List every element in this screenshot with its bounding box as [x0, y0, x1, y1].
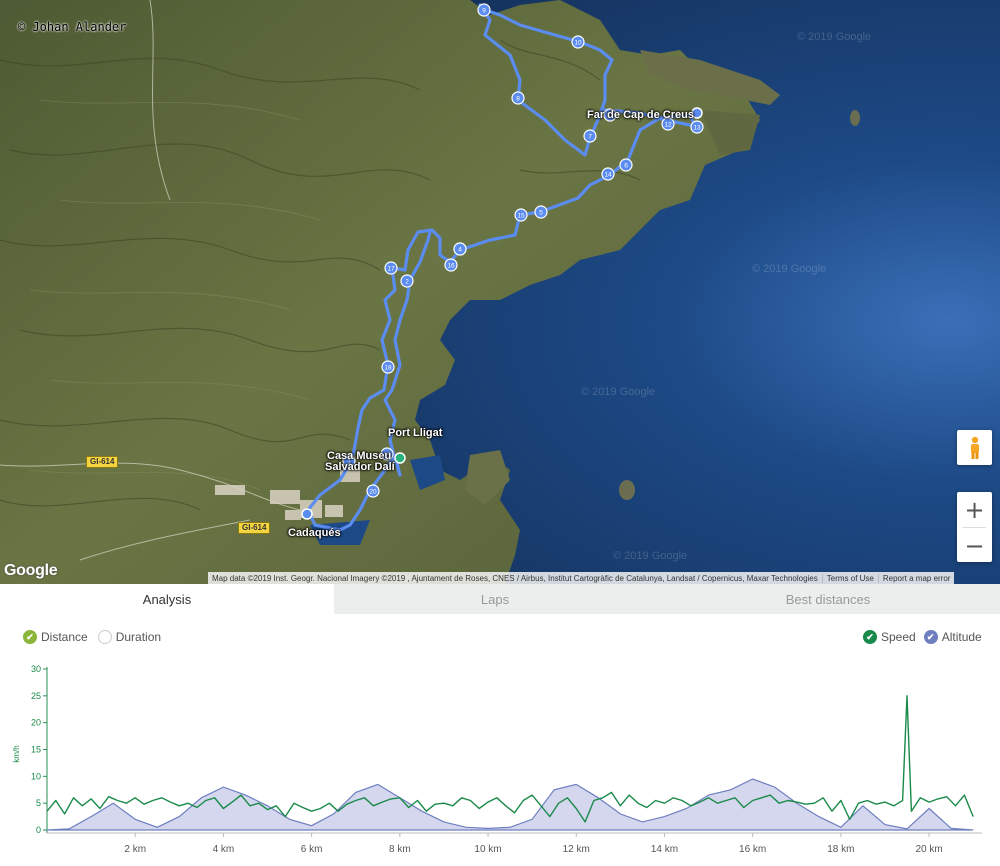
- lap-marker[interactable]: 8: [511, 91, 525, 105]
- lap-marker[interactable]: 13: [690, 120, 704, 134]
- zoom-controls: + −: [957, 492, 992, 562]
- speed-line: [46, 695, 974, 823]
- y-tick-label: 10: [31, 771, 41, 781]
- x-tick-label: 4 km: [213, 844, 235, 855]
- lap-marker[interactable]: 17: [384, 261, 398, 275]
- terms-link[interactable]: Terms of Use: [821, 573, 878, 583]
- map-watermark: © 2019 Google: [797, 31, 872, 43]
- lap-marker[interactable]: 16: [444, 258, 458, 272]
- x-tick-label: 2 km: [124, 844, 146, 855]
- y-tick-label: 0: [36, 825, 41, 835]
- lap-marker-label: 9: [482, 8, 486, 15]
- lap-marker-label: 10: [574, 40, 582, 47]
- lap-marker-label: 4: [458, 247, 462, 254]
- x-tick-label: 18 km: [827, 844, 854, 855]
- y-tick-label: 30: [31, 664, 41, 674]
- photo-copyright: © Johan Alander: [18, 20, 127, 34]
- route-pin[interactable]: [394, 452, 406, 464]
- x-tick-label: 16 km: [739, 844, 766, 855]
- lap-marker-label: 15: [517, 213, 525, 220]
- road-shield: GI-614: [86, 456, 119, 468]
- route-pin[interactable]: [301, 508, 313, 520]
- lap-marker[interactable]: 4: [453, 242, 467, 256]
- lap-marker[interactable]: 6: [619, 158, 633, 172]
- lap-marker-label: 17: [387, 266, 395, 273]
- lap-marker-label: 6: [624, 163, 628, 170]
- google-logo: Google: [4, 562, 58, 579]
- lap-marker-label: 7: [588, 134, 592, 141]
- report-error-link[interactable]: Report a map error: [877, 573, 955, 583]
- road-shield: GI-614: [238, 522, 271, 534]
- lap-marker[interactable]: 5: [534, 205, 548, 219]
- lap-marker-label: 18: [384, 365, 392, 372]
- lap-marker-label: 16: [447, 263, 455, 270]
- map-watermark: © 2019 Google: [752, 263, 827, 275]
- lap-marker[interactable]: 20: [366, 484, 380, 498]
- place-label-salvador-dali: Salvador Dalí: [325, 461, 395, 473]
- y-tick-label: 5: [36, 798, 41, 808]
- lap-marker[interactable]: 18: [381, 360, 395, 374]
- pegman-icon: [970, 436, 979, 459]
- lap-marker-label: 13: [693, 125, 701, 132]
- y-axis-label: km/h: [12, 745, 21, 762]
- place-label-cadaques: Cadaqués: [288, 527, 341, 539]
- analysis-tabs: Analysis Laps Best distances: [0, 584, 1000, 614]
- lap-marker-label: 14: [604, 172, 612, 179]
- satellite-map[interactable]: 1234567891011121314151617181920: [0, 0, 1000, 584]
- tab-analysis[interactable]: Analysis: [0, 584, 334, 614]
- x-tick-label: 14 km: [651, 844, 678, 855]
- x-tick-label: 10 km: [474, 844, 501, 855]
- y-tick-label: 15: [31, 745, 41, 755]
- lap-marker-label: 5: [539, 210, 543, 217]
- x-tick-label: 6 km: [301, 844, 323, 855]
- lap-marker[interactable]: 2: [400, 274, 414, 288]
- lap-marker-label: 20: [369, 489, 377, 496]
- y-tick-label: 25: [31, 691, 41, 701]
- tab-best-distances[interactable]: Best distances: [656, 584, 1000, 614]
- zoom-in-button[interactable]: +: [957, 492, 992, 527]
- place-label-cap-de-creus: Far de Cap de Creus: [587, 109, 694, 121]
- x-tick-label: 12 km: [563, 844, 590, 855]
- lap-marker-label: 2: [405, 279, 409, 286]
- lap-marker[interactable]: 7: [583, 129, 597, 143]
- x-tick-label: 8 km: [389, 844, 411, 855]
- lap-marker[interactable]: 14: [601, 167, 615, 181]
- analysis-panel: ✔ Distance Duration ✔ Speed ✔ Altitude 0…: [0, 614, 1000, 866]
- zoom-out-button[interactable]: −: [957, 528, 992, 563]
- lap-marker-label: 12: [664, 122, 672, 129]
- app-root: 1234567891011121314151617181920 © Johan …: [0, 0, 1000, 866]
- lap-marker[interactable]: 10: [571, 35, 585, 49]
- tab-laps[interactable]: Laps: [334, 584, 656, 614]
- lap-marker[interactable]: 9: [477, 3, 491, 17]
- map-attribution: Map data ©2019 Inst. Geogr. Nacional Ima…: [208, 572, 955, 584]
- attribution-text: Map data ©2019 Inst. Geogr. Nacional Ima…: [212, 573, 818, 583]
- route-map[interactable]: 1234567891011121314151617181920 © Johan …: [0, 0, 1000, 584]
- x-tick-label: 20 km: [915, 844, 942, 855]
- y-tick-label: 20: [31, 718, 41, 728]
- place-label-port-lligat: Port Lligat: [388, 427, 443, 439]
- lap-marker[interactable]: 15: [514, 208, 528, 222]
- map-watermark: © 2019 Google: [613, 550, 688, 562]
- speed-altitude-chart[interactable]: 0 5 10 15 20 25 30 2 km 4 km 6 km 8 km 10 km 12 km 14…: [0, 614, 1000, 866]
- lap-marker-label: 8: [516, 96, 520, 103]
- street-view-pegman[interactable]: [957, 430, 992, 465]
- map-watermark: © 2019 Google: [581, 386, 656, 398]
